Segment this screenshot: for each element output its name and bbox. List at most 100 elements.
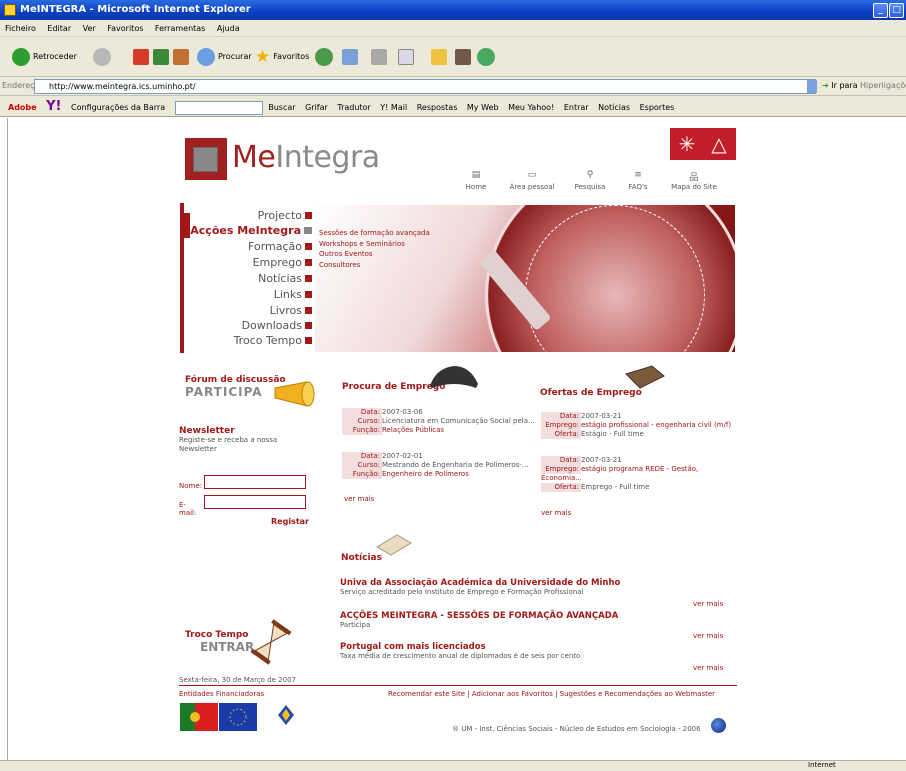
myweb-button[interactable]: My Web (467, 103, 499, 112)
briefcase-icon (625, 365, 665, 389)
email-field[interactable] (204, 495, 306, 509)
nav-faqs[interactable]: ≡ FAQ's (627, 170, 649, 191)
menu-emprego[interactable]: Emprego (253, 256, 312, 269)
home-button[interactable] (173, 46, 189, 68)
nav-mapa-site[interactable]: 品 Mapa do Site (670, 170, 718, 191)
back-button[interactable]: Retroceder (12, 46, 77, 68)
buscar-button[interactable]: Buscar (268, 103, 295, 112)
history-button[interactable] (315, 46, 333, 68)
search-label: Procurar (218, 52, 252, 61)
menubar: Ficheiro Editar Ver Favoritos Ferramenta… (0, 20, 906, 37)
mail-button[interactable] (342, 46, 358, 68)
menu-links[interactable]: Links (274, 288, 312, 301)
address-input[interactable]: http://www.meintegra.ics.uminho.pt/ (34, 79, 816, 94)
nav-pesquisa[interactable]: ⚲ Pesquisa (574, 170, 606, 191)
maximize-button[interactable]: □ (889, 3, 904, 18)
forum-block[interactable]: Fórum de discussão PARTICIPA (185, 375, 286, 399)
edit-button[interactable] (398, 46, 414, 68)
submenu-sessoes[interactable]: Sessões de formação avançada (319, 228, 430, 239)
yahoo-search-input[interactable] (174, 100, 263, 115)
ofertas-ver-mais-link[interactable]: ver mais (541, 509, 571, 517)
search-button[interactable]: Procurar (197, 46, 252, 68)
hourglass-icon (250, 619, 292, 665)
meuyahoo-button[interactable]: Meu Yahoo! (508, 103, 554, 112)
research-icon (455, 49, 471, 65)
forum-action[interactable]: PARTICIPA (185, 385, 286, 399)
name-field[interactable] (204, 475, 306, 489)
funding-entity-logo[interactable] (266, 703, 306, 731)
nav-area-pessoal[interactable]: ▭ Área pessoal (509, 170, 555, 191)
folder-button[interactable] (431, 46, 447, 68)
menu-formacao[interactable]: Formação (248, 240, 312, 253)
minimize-button[interactable]: _ (873, 3, 888, 18)
address-url: http://www.meintegra.ics.uminho.pt/ (49, 82, 196, 91)
menu-troco-tempo[interactable]: Troco Tempo (234, 334, 312, 347)
noticia-1-ver-mais-link[interactable]: ver mais (693, 600, 723, 608)
noticia-3-ver-mais-link[interactable]: ver mais (693, 664, 723, 672)
oferta-item-2[interactable]: Data: 2007-03-21 Emprego: estágio programa… (541, 456, 698, 492)
print-button[interactable] (371, 46, 387, 68)
research-button[interactable] (455, 46, 471, 68)
meintegra-logo[interactable]: MeIntegra (185, 138, 400, 190)
yahoo-logo[interactable]: Y! (46, 99, 61, 114)
menu-projecto[interactable]: Projecto (258, 209, 312, 222)
tradutor-button[interactable]: Tradutor (337, 103, 370, 112)
noticia-item-2[interactable]: ACÇÕES MEINTEGRA - SESSÕES DE FORMAÇÃO A… (340, 611, 618, 629)
faq-icon: ≡ (634, 170, 642, 180)
entidades-link[interactable]: Entidades Financiadoras (179, 690, 264, 698)
logo-text: MeIntegra (232, 140, 380, 175)
messenger-button[interactable] (477, 46, 495, 68)
config-button[interactable]: Configurações da Barra (71, 103, 165, 112)
eu-flag-icon[interactable] (219, 703, 257, 731)
respostas-button[interactable]: Respostas (417, 103, 458, 112)
go-button[interactable]: ➔ Ir para (822, 81, 858, 90)
stop-icon (133, 49, 149, 65)
nav-home[interactable]: ▤ Home (465, 170, 487, 191)
footer-divider (179, 685, 737, 686)
adobe-button[interactable]: Adobe (8, 103, 37, 112)
refresh-button[interactable] (153, 46, 169, 68)
hat-icon (430, 366, 478, 388)
ymail-button[interactable]: Y! Mail (380, 103, 407, 112)
menu-livros[interactable]: Livros (270, 304, 312, 317)
menu-ferramentas[interactable]: Ferramentas (155, 24, 205, 33)
noticias-button[interactable]: Notícias (598, 103, 630, 112)
links-label[interactable]: Hiperligações (860, 81, 906, 90)
menu-ficheiro[interactable]: Ficheiro (5, 24, 36, 33)
uminho-logo[interactable]: ✳ △ (670, 128, 736, 160)
forward-button[interactable] (93, 46, 111, 68)
submenu-outros-eventos[interactable]: Outros Eventos (319, 249, 430, 260)
noticia-item-1[interactable]: Univa da Associação Académica da Univers… (340, 578, 620, 596)
portugal-flag-icon[interactable] (180, 703, 218, 731)
favorites-button[interactable]: ★ Favoritos (255, 46, 309, 68)
menu-ver[interactable]: Ver (83, 24, 96, 33)
entrar-button[interactable]: Entrar (564, 103, 589, 112)
globe-icon[interactable] (711, 718, 726, 733)
procura-item-2[interactable]: Data: 2007-02-01 Curso: Mestrando de Engen… (342, 452, 528, 479)
procura-ver-mais-link[interactable]: ver mais (344, 495, 374, 503)
stop-button[interactable] (133, 46, 149, 68)
home-icon (173, 49, 189, 65)
go-arrow-icon: ➔ (822, 81, 829, 90)
procura-item-1[interactable]: Data: 2007-03-06 Curso: Licenciatura em Co… (342, 408, 535, 435)
menu-editar[interactable]: Editar (47, 24, 71, 33)
grifar-button[interactable]: Grifar (305, 103, 328, 112)
register-button[interactable]: Registar (271, 517, 309, 526)
messenger-icon (477, 48, 495, 66)
menu-ajuda[interactable]: Ajuda (217, 24, 240, 33)
footer-links[interactable]: Recomendar este Site | Adicionar aos Fav… (388, 690, 715, 698)
menu-noticias[interactable]: Notícias (258, 272, 312, 285)
menu-favoritos[interactable]: Favoritos (107, 24, 143, 33)
submenu-consultores[interactable]: Consultores (319, 260, 430, 271)
oferta-item-1[interactable]: Data: 2007-03-21 Emprego: estágio profissi… (541, 412, 731, 439)
submenu-workshops[interactable]: Workshops e Seminários (319, 239, 430, 250)
noticia-item-3[interactable]: Portugal com mais licenciados Taxa média… (340, 642, 580, 660)
troco-action[interactable]: ENTRAR (200, 640, 254, 654)
noticia-2-ver-mais-link[interactable]: ver mais (693, 632, 723, 640)
menu-accoes-meintegra[interactable]: Acções MeIntegra (190, 224, 312, 237)
toolbar: Retroceder Procurar ★ Favoritos (0, 37, 906, 77)
address-dropdown-icon[interactable] (807, 80, 817, 93)
menu-downloads[interactable]: Downloads (242, 319, 312, 332)
esportes-button[interactable]: Esportes (640, 103, 675, 112)
troco-tempo-block[interactable]: Troco Tempo ENTRAR (185, 630, 254, 654)
